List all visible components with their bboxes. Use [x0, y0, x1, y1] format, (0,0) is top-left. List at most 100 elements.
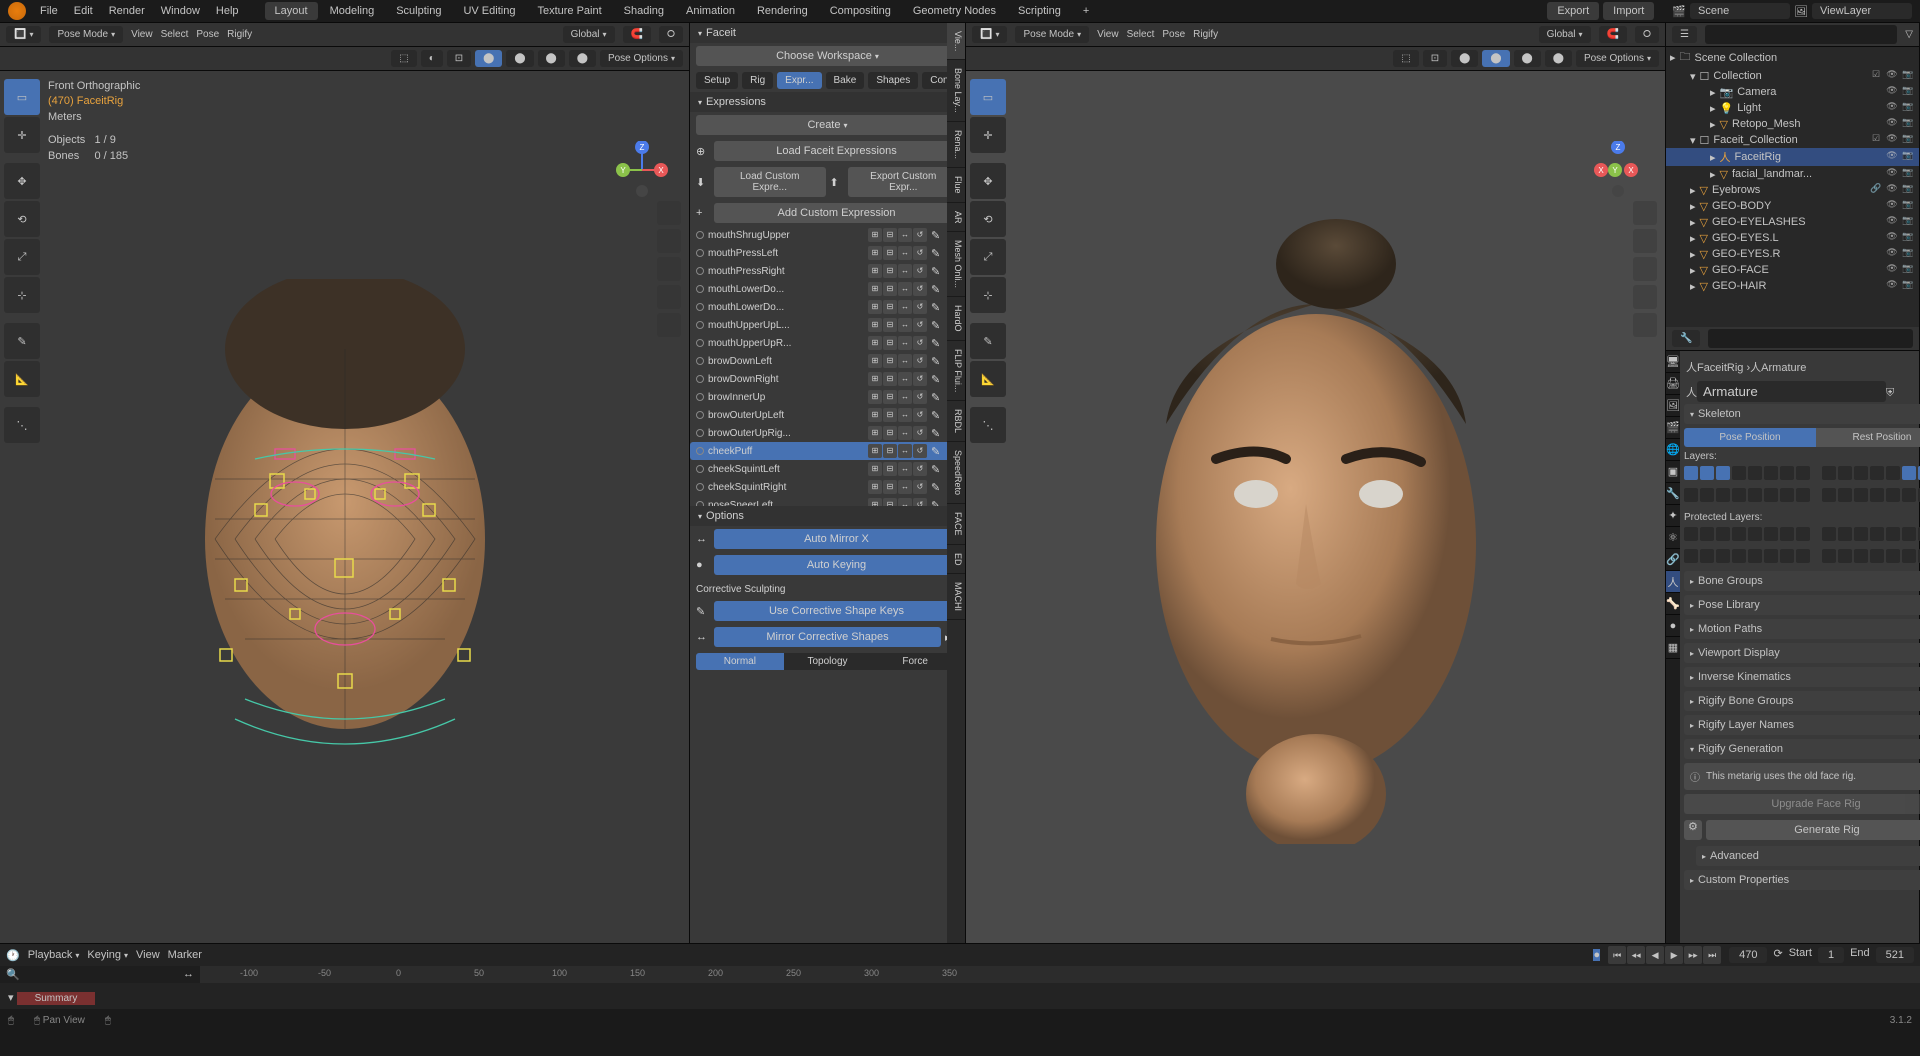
menu-file[interactable]: File [32, 5, 66, 17]
props-type-icon[interactable]: 🔧 [1672, 330, 1700, 347]
expression-item[interactable]: cheekSquintLeft⊞⊟↔↺✎— [690, 460, 965, 478]
custom-props-section[interactable]: Custom Properties [1684, 870, 1920, 890]
ptab-object[interactable]: ▣ [1666, 461, 1680, 483]
tool-extra[interactable]: ⋱ [4, 407, 40, 443]
solid-icon-2[interactable]: ⬤ [1482, 50, 1509, 67]
load-faceit-button[interactable]: Load Faceit Expressions [714, 141, 959, 161]
rigify-gen-section[interactable]: Rigify Generation [1684, 739, 1920, 759]
proportional-icon-2[interactable]: ⭘ [1635, 26, 1659, 43]
expression-item[interactable]: mouthUpperUpL...⊞⊟↔↺✎— [690, 316, 965, 334]
expression-item[interactable]: cheekSquintRight⊞⊟↔↺✎— [690, 478, 965, 496]
playback-menu[interactable]: Playback [28, 949, 80, 961]
ptab-material[interactable]: ● [1666, 615, 1680, 637]
layer-grid-4[interactable] [1822, 488, 1920, 502]
hdr2-view[interactable]: View [1097, 29, 1119, 40]
section-inverse-kinematics[interactable]: Inverse Kinematics [1684, 667, 1920, 687]
ptab-physics[interactable]: ⚛ [1666, 527, 1680, 549]
snap-icon[interactable]: 🧲 [623, 26, 651, 43]
start-frame-field[interactable]: 1 [1818, 947, 1844, 963]
export-button[interactable]: Export [1547, 2, 1599, 20]
breadcrumb-data[interactable]: Armature [1761, 362, 1806, 374]
outliner-landmarks[interactable]: ▸▽facial_landmar...👁📷 [1666, 166, 1919, 182]
load-custom-button[interactable]: Load Custom Expre... [714, 167, 826, 197]
outliner-GEO-EYES.R[interactable]: ▸▽GEO-EYES.R👁📷 [1666, 246, 1919, 262]
outliner-light[interactable]: ▸💡Light👁📷 [1666, 100, 1919, 116]
export-custom-button[interactable]: Export Custom Expr... [848, 167, 960, 197]
tab-shapes[interactable]: Shapes [868, 72, 918, 89]
jump-start-icon[interactable]: ⏮ [1608, 946, 1626, 964]
expression-item[interactable]: mouthLowerDo...⊞⊟↔↺✎— [690, 298, 965, 316]
workspace-compositing[interactable]: Compositing [820, 2, 901, 20]
tool2-rotate[interactable]: ⟲ [970, 201, 1006, 237]
ptab-particle[interactable]: ✦ [1666, 505, 1680, 527]
ntab-0[interactable]: Vie... [947, 23, 965, 60]
matprev-shading-icon[interactable]: ⬤ [538, 50, 565, 67]
outliner-GEO-EYELASHES[interactable]: ▸▽GEO-EYELASHES👁📷 [1666, 214, 1919, 230]
editor-type-dropdown[interactable]: 🔳 [6, 26, 41, 43]
rendered-shading-icon[interactable]: ⬤ [569, 50, 596, 67]
props-search[interactable] [1708, 329, 1913, 348]
ptab-scene[interactable]: 🎬 [1666, 417, 1680, 439]
timeline-type-icon[interactable]: 🕐 [6, 949, 20, 962]
tl-marker[interactable]: Marker [168, 949, 202, 961]
ntab-2[interactable]: Rena... [947, 122, 965, 168]
expression-item[interactable]: browDownLeft⊞⊟↔↺✎— [690, 352, 965, 370]
workspace-layout[interactable]: Layout [265, 2, 318, 20]
matprev-icon-2[interactable]: ⬤ [1514, 50, 1541, 67]
hdr-rigify[interactable]: Rigify [227, 29, 252, 40]
zoom-icon-2[interactable] [1633, 201, 1657, 225]
tab-rig[interactable]: Rig [742, 72, 773, 89]
workspace-scripting[interactable]: Scripting [1008, 2, 1071, 20]
tool-measure[interactable]: 📐 [4, 361, 40, 397]
workspace-shading[interactable]: Shading [614, 2, 674, 20]
faceit-header[interactable]: Faceit [690, 23, 965, 43]
play-rev-icon[interactable]: ◀ [1646, 946, 1664, 964]
outliner-retopo[interactable]: ▸▽Retopo_Mesh👁📷 [1666, 116, 1919, 132]
ptab-constraint[interactable]: 🔗 [1666, 549, 1680, 571]
mode-dropdown[interactable]: Pose Mode [49, 26, 123, 43]
tool-transform[interactable]: ⊹ [4, 277, 40, 313]
next-key-icon[interactable]: ▸▸ [1684, 946, 1702, 964]
expression-item[interactable]: mouthUpperUpR...⊞⊟↔↺✎— [690, 334, 965, 352]
xray-icon-2[interactable]: ⊡ [1423, 50, 1447, 67]
ntab-9[interactable]: SpeedReto [947, 442, 965, 504]
ptab-world[interactable]: 🌐 [1666, 439, 1680, 461]
section-rigify-bone-groups[interactable]: Rigify Bone Groups [1684, 691, 1920, 711]
armature-name-field[interactable] [1697, 381, 1886, 402]
outliner-faceit-collection[interactable]: ▾☐Faceit_Collection☑👁📷 [1666, 132, 1919, 148]
protected-grid-3[interactable] [1684, 549, 1810, 563]
layer-grid-2[interactable] [1822, 466, 1920, 480]
rest-position-btn[interactable]: Rest Position [1816, 428, 1920, 447]
overlay-icon-2[interactable]: ⬚ [1393, 50, 1418, 67]
workspace-modeling[interactable]: Modeling [320, 2, 385, 20]
grid-icon[interactable] [657, 313, 681, 337]
viewport-left[interactable]: ▭ ✛ ✥ ⟲ ⤢ ⊹ ✎ 📐 ⋱ Front Orthographic (47… [0, 71, 689, 943]
expression-item[interactable]: mouthShrugUpper⊞⊟↔↺✎— [690, 226, 965, 244]
outliner-eyebrows[interactable]: ▸▽Eyebrows🔗👁📷 [1666, 182, 1919, 198]
tool2-select[interactable]: ▭ [970, 79, 1006, 115]
ntab-7[interactable]: FLIP Flui... [947, 341, 965, 401]
editor-type-dropdown-2[interactable]: 🔳 [972, 26, 1007, 43]
hdr-view[interactable]: View [131, 29, 153, 40]
expression-item[interactable]: mouthLowerDo...⊞⊟↔↺✎— [690, 280, 965, 298]
menu-edit[interactable]: Edit [66, 5, 101, 17]
nav-gizmo[interactable]: Z Y X [613, 141, 671, 199]
menu-help[interactable]: Help [208, 5, 247, 17]
ntab-1[interactable]: Bone Lay... [947, 60, 965, 122]
mode-dropdown-2[interactable]: Pose Mode [1015, 26, 1089, 43]
workspace-texpaint[interactable]: Texture Paint [527, 2, 611, 20]
tab-bake[interactable]: Bake [826, 72, 865, 89]
nav-gizmo-2[interactable]: Z X Y X [1589, 141, 1647, 199]
section-rigify-layer-names[interactable]: Rigify Layer Names [1684, 715, 1920, 735]
tool2-annotate[interactable]: ✎ [970, 323, 1006, 359]
expression-list[interactable]: mouthShrugUpper⊞⊟↔↺✎—mouthPressLeft⊞⊟↔↺✎… [690, 226, 965, 506]
viewport-right[interactable]: ▭ ✛ ✥ ⟲ ⤢ ⊹ ✎ 📐 ⋱ Z X Y X [966, 71, 1665, 943]
protected-grid-1[interactable] [1684, 527, 1810, 541]
ntab-11[interactable]: ED [947, 545, 965, 575]
camera-icon-2[interactable] [1633, 257, 1657, 281]
dopesheet-search[interactable]: 🔍↔ [0, 966, 200, 983]
camera-icon[interactable] [657, 257, 681, 281]
workspace-geonodes[interactable]: Geometry Nodes [903, 2, 1006, 20]
ptab-texture[interactable]: ▦ [1666, 637, 1680, 659]
hdr-pose[interactable]: Pose [196, 29, 219, 40]
